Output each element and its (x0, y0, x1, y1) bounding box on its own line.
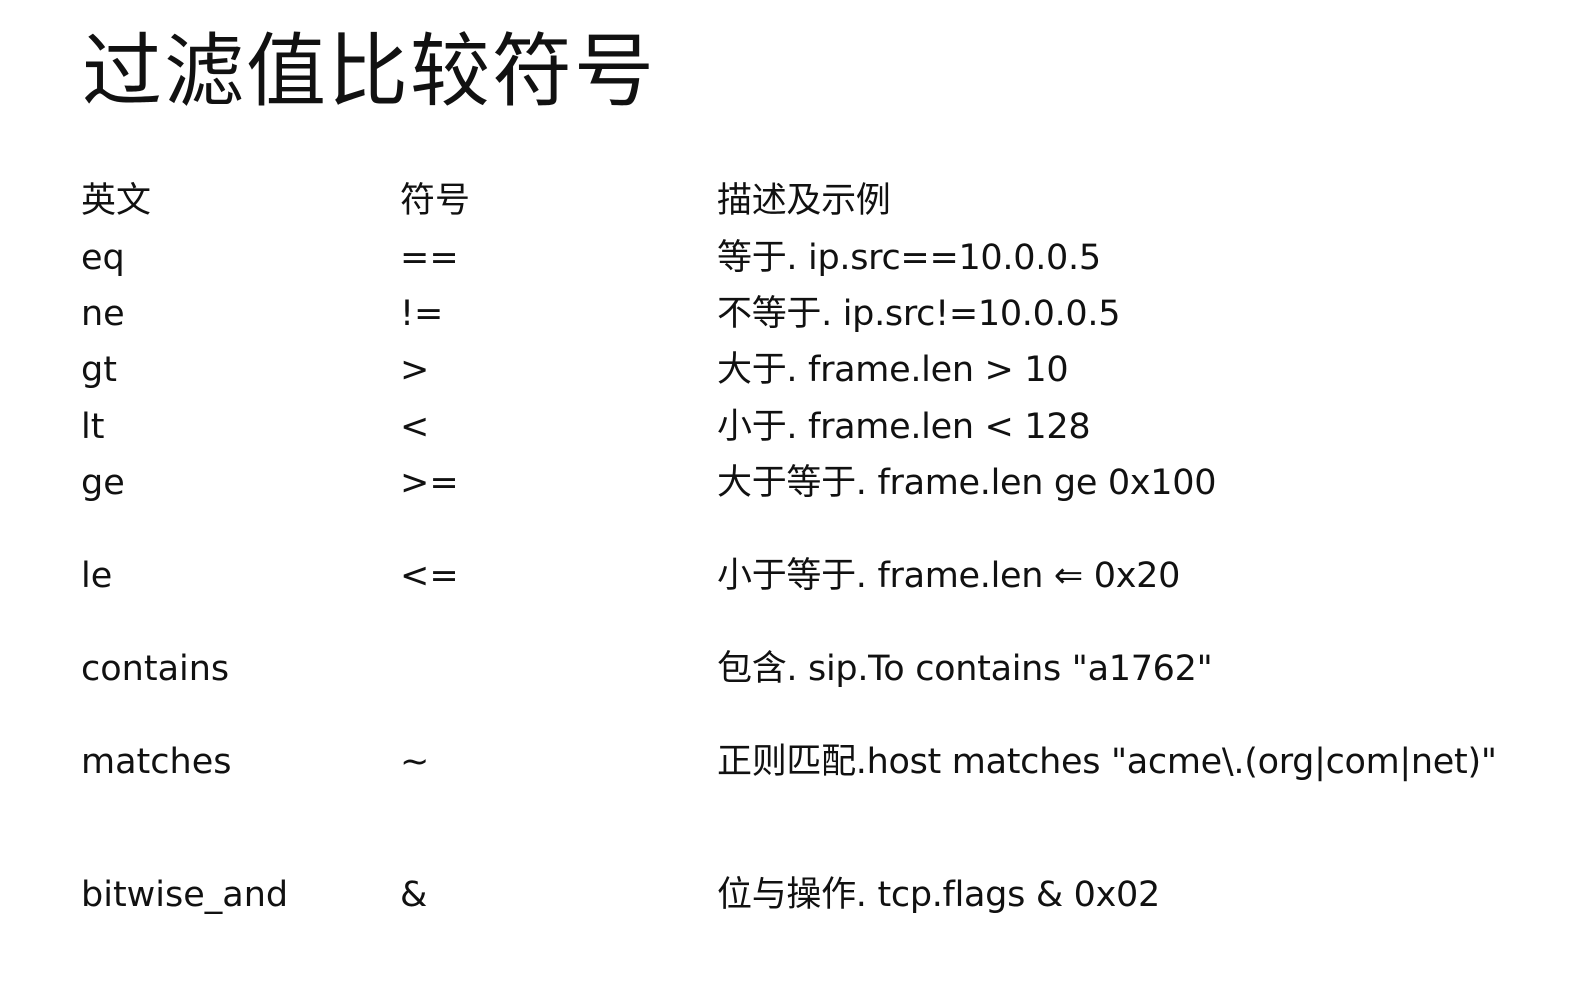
table-row-contains: contains 包含. sip.To contains "a1762" (0, 644, 1592, 694)
row-english: le (81, 556, 113, 596)
row-description: 小于等于. frame.len ⇐ 0x20 (717, 556, 1181, 596)
header-symbol: 符号 (400, 181, 471, 221)
header-english: 英文 (81, 181, 152, 221)
row-description: 等于. ip.src==10.0.0.5 (717, 238, 1101, 278)
row-english: eq (81, 238, 125, 278)
header-description: 描述及示例 (717, 181, 891, 221)
row-english: gt (81, 350, 117, 390)
table-row-ne: ne != 不等于. ip.src!=10.0.0.5 (0, 289, 1592, 339)
row-symbol: != (400, 294, 444, 334)
row-description: 位与操作. tcp.flags & 0x02 (717, 875, 1160, 915)
row-symbol: ~ (400, 742, 430, 782)
table-row-le: le <= 小于等于. frame.len ⇐ 0x20 (0, 551, 1592, 601)
row-english: contains (81, 649, 230, 689)
row-description: 小于. frame.len < 128 (717, 407, 1091, 447)
row-symbol: == (400, 238, 459, 278)
row-english: ge (81, 463, 125, 503)
row-description: 包含. sip.To contains "a1762" (717, 649, 1213, 689)
row-description: 不等于. ip.src!=10.0.0.5 (717, 294, 1121, 334)
row-description: 正则匹配.host matches "acme\.(org|com|net)" (717, 742, 1497, 782)
row-symbol: <= (400, 556, 459, 596)
row-english: lt (81, 407, 105, 447)
table-header: 英文 符号 描述及示例 (0, 176, 1592, 226)
table-row-matches: matches ~ 正则匹配.host matches "acme\.(org|… (0, 737, 1592, 787)
table-row-ge: ge >= 大于等于. frame.len ge 0x100 (0, 458, 1592, 508)
row-symbol: & (400, 875, 428, 915)
table-row-bitwise-and: bitwise_and & 位与操作. tcp.flags & 0x02 (0, 870, 1592, 920)
row-symbol: < (400, 407, 430, 447)
table-row-gt: gt > 大于. frame.len > 10 (0, 345, 1592, 395)
table-row-eq: eq == 等于. ip.src==10.0.0.5 (0, 233, 1592, 283)
row-english: bitwise_and (81, 875, 289, 915)
table-row-lt: lt < 小于. frame.len < 128 (0, 402, 1592, 452)
row-description: 大于. frame.len > 10 (717, 350, 1069, 390)
page-title: 过滤值比较符号 (82, 25, 656, 118)
row-symbol: >= (400, 463, 459, 503)
row-description: 大于等于. frame.len ge 0x100 (717, 463, 1217, 503)
row-symbol: > (400, 350, 430, 390)
row-english: ne (81, 294, 125, 334)
row-english: matches (81, 742, 232, 782)
